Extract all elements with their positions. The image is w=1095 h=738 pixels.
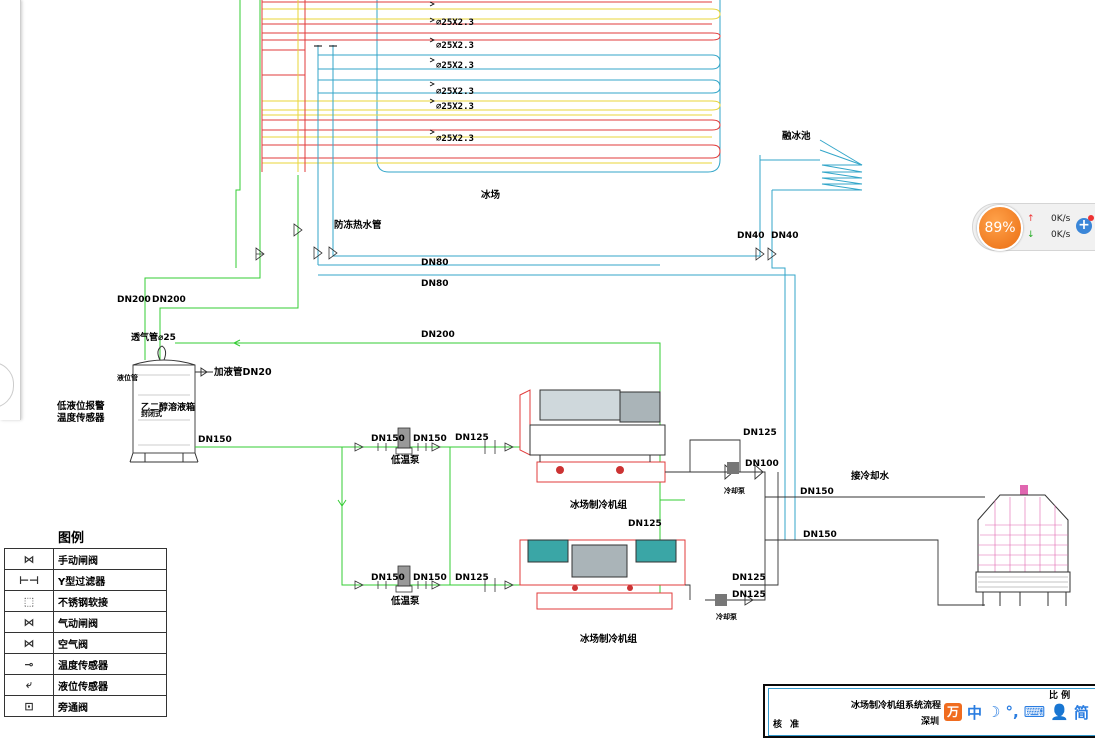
dn125-label: DN125: [628, 519, 662, 529]
dn200-label: DN200: [152, 295, 186, 305]
dn125-label: DN125: [455, 433, 489, 443]
legend-label: 空气阀: [53, 632, 167, 654]
dn150-label: DN150: [800, 487, 834, 497]
dn150-label: DN150: [371, 573, 405, 583]
tank-label-2: 封闭式: [141, 409, 162, 418]
legend-label: 液位传感器: [53, 674, 167, 696]
legend-label: 手动闸阀: [53, 548, 167, 570]
pipe-spec-label: ⌀25X2.3: [436, 102, 474, 112]
pipe-spec-labels: ⌀25X2.3 ⌀25X2.3 ⌀25X2.3 ⌀25X2.3 ⌀25X2.3 …: [436, 18, 474, 144]
gate-valve-icon: ⋈: [4, 548, 54, 570]
legend-row: ⋈ 手动闸阀: [4, 548, 167, 570]
legend-label: 温度传感器: [53, 653, 167, 675]
ime-logo-icon[interactable]: 万: [944, 703, 962, 721]
check-label: 核准: [773, 720, 808, 730]
cooling-water-loop: [665, 439, 985, 606]
legend-row: ⊢⊣ Y型过滤器: [4, 569, 167, 591]
legend-label: 气动闸阀: [53, 611, 167, 633]
dn40-label: DN40: [737, 231, 765, 241]
download-speed: 0K/s: [1051, 230, 1071, 240]
low-temp-pump-label: 低温泵: [390, 454, 420, 466]
add-liquid-pipe-label: 加液管DN20: [213, 366, 272, 378]
legend-row: ⋈ 空气阀: [4, 632, 167, 654]
dn200-label: DN200: [421, 330, 455, 340]
legend-row: ⊸ 温度传感器: [4, 653, 167, 675]
dn150-label: DN150: [198, 435, 232, 445]
headers: [144, 0, 820, 540]
temperature-sensor-icon: ⊸: [4, 653, 54, 675]
ime-toolbar: 万 中 ☽ °, ⌨ 👤 简: [941, 700, 1095, 724]
legend-label: 不锈钢软接: [53, 590, 167, 612]
y-strainer-icon: ⊢⊣: [4, 569, 54, 591]
pneumatic-valve-icon: ⋈: [4, 611, 54, 633]
legend-table: ⋈ 手动闸阀 ⊢⊣ Y型过滤器 ⬚ 不锈钢软接 ⋈ 气动闸阀 ⋈ 空气阀 ⊸ 温度传感器 ⤶…: [4, 548, 167, 717]
ice-rink-coils: [262, 0, 721, 173]
dn125-label: DN125: [732, 573, 766, 583]
melt-pit-coil: [819, 139, 863, 191]
pipe-spec-label: ⌀25X2.3: [436, 18, 474, 28]
company-label: 深圳: [921, 717, 940, 727]
dn150-label: DN150: [371, 434, 405, 444]
pipe-spec-label: ⌀25X2.3: [436, 61, 474, 71]
ime-punctuation-button[interactable]: °,: [1005, 703, 1018, 721]
dn80-label: DN80: [421, 279, 449, 289]
low-temp-pump-label: 低温泵: [390, 595, 420, 607]
ime-user-icon[interactable]: 👤: [1050, 703, 1069, 721]
cooling-water-label: 接冷却水: [851, 470, 890, 482]
dn40-label: DN40: [771, 231, 799, 241]
dn150-label: DN150: [803, 530, 837, 540]
bypass-valve-icon: ⊡: [4, 695, 54, 717]
download-arrow-icon: ↓: [1027, 230, 1035, 240]
chiller-label: 冰场制冷机组: [580, 633, 638, 645]
pipe-spec-label: ⌀25X2.3: [436, 41, 474, 51]
pipe-spec-label: ⌀25X2.3: [436, 87, 474, 97]
dn100-label: DN100: [745, 459, 779, 469]
temp-sensor-label: 温度传感器: [57, 412, 105, 424]
cooling-tower: [975, 485, 1071, 606]
dn125-label: DN125: [732, 590, 766, 600]
accelerate-button[interactable]: +: [1076, 215, 1094, 234]
cooling-pump-label: 冷却泵: [724, 486, 745, 495]
cooling-pumps: [715, 462, 739, 606]
ime-keyboard-icon[interactable]: ⌨: [1024, 703, 1046, 721]
upload-arrow-icon: ↑: [1027, 214, 1035, 224]
legend-row: ⬚ 不锈钢软接: [4, 590, 167, 612]
pipe-spec-label: ⌀25X2.3: [436, 134, 474, 144]
dn125-label: DN125: [743, 428, 777, 438]
upload-speed: 0K/s: [1051, 214, 1071, 224]
chiller-label: 冰场制冷机组: [570, 499, 628, 511]
legend-title: 图例: [58, 531, 85, 546]
chiller-unit-1: [519, 389, 666, 483]
chiller-unit-2: [519, 539, 686, 610]
cooling-pump-label: 冷却泵: [716, 612, 737, 621]
drawing-title: 冰场制冷机组系统流程图: [851, 701, 951, 711]
ice-rink-label: 冰场: [481, 189, 501, 201]
legend-label: Y型过滤器: [53, 569, 167, 591]
dn150-label: DN150: [413, 434, 447, 444]
melt-pit-label: 融冰池: [782, 130, 811, 142]
antifreeze-pipe-label: 防冻热水管: [334, 219, 382, 231]
level-sensor-icon: ⤶: [4, 674, 54, 696]
vent-pipe-label: 透气管⌀25: [131, 331, 176, 343]
ime-chinese-mode-button[interactable]: 中: [967, 702, 982, 723]
legend-row: ⋈ 气动闸阀: [4, 611, 167, 633]
level-gauge-label: 液位管: [117, 373, 138, 382]
dn150-label: DN150: [413, 573, 447, 583]
dn200-label: DN200: [117, 295, 151, 305]
low-level-alarm-label: 低液位报警: [56, 400, 105, 412]
legend-row: ⊡ 旁通阀: [4, 695, 167, 717]
dn80-label: DN80: [421, 258, 449, 268]
flex-joint-icon: ⬚: [4, 590, 54, 612]
network-speed-widget[interactable]: 89% ↑ 0K/s ↓ 0K/s +: [972, 203, 1095, 251]
legend-row: ⤶ 液位传感器: [4, 674, 167, 696]
legend-label: 旁通阀: [53, 695, 167, 717]
ime-moon-icon[interactable]: ☽: [987, 703, 1000, 721]
ime-simplified-button[interactable]: 简: [1074, 702, 1089, 723]
dn125-label: DN125: [455, 573, 489, 583]
memory-usage-indicator[interactable]: 89%: [977, 205, 1023, 251]
air-valve-icon: ⋈: [4, 632, 54, 654]
